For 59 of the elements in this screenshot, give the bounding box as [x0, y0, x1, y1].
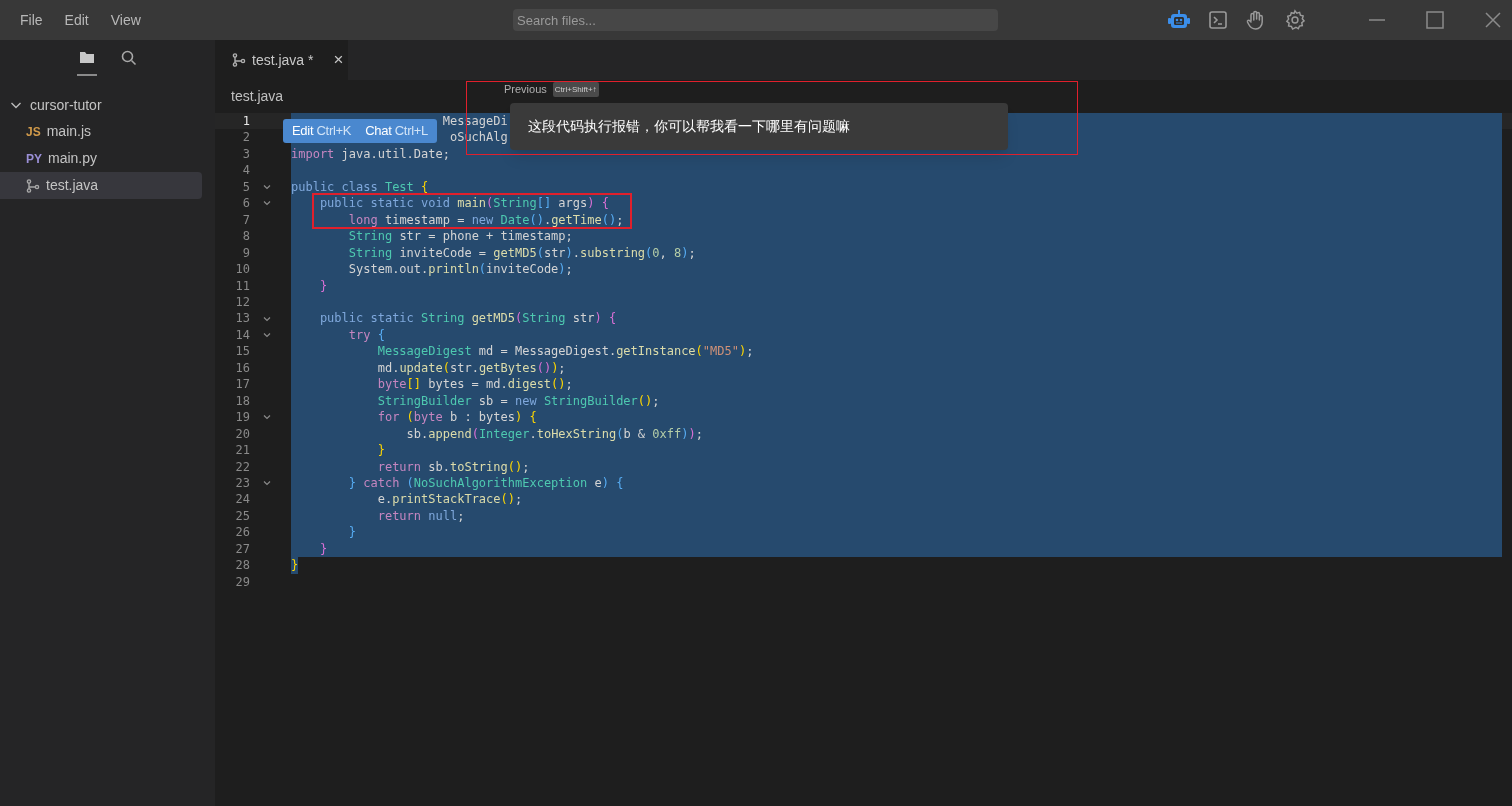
tree-folder[interactable]: cursor-tutor — [0, 92, 215, 118]
search-field[interactable]: Search files... — [513, 9, 998, 31]
line-number: 15 — [234, 343, 250, 360]
fold-chevron-icon[interactable] — [263, 414, 271, 421]
line-number: 22 — [234, 458, 250, 475]
file-type-label: PY — [26, 150, 42, 168]
branch-icon — [232, 53, 246, 67]
line-number: 29 — [234, 573, 250, 591]
tree-row[interactable]: PY main.py — [0, 145, 202, 172]
breadcrumb[interactable]: test.java — [231, 86, 284, 107]
line-number: 25 — [234, 507, 250, 525]
fold-chevron-icon[interactable] — [263, 184, 271, 191]
close-icon[interactable] — [1484, 11, 1502, 29]
settings-icon[interactable] — [1284, 9, 1306, 31]
line-number: 9 — [241, 244, 250, 262]
fold-chevron-icon[interactable] — [263, 315, 271, 322]
line-number: 28 — [234, 557, 250, 574]
terminal-icon[interactable] — [1208, 10, 1228, 30]
line-number: 20 — [234, 425, 250, 443]
fold-chevron-icon[interactable] — [263, 332, 271, 339]
line-number: 14 — [234, 326, 250, 344]
menu-item[interactable]: File — [20, 9, 43, 31]
line-number: 16 — [234, 359, 250, 377]
line-number: 27 — [234, 540, 250, 558]
editor-tab[interactable]: test.java * × — [215, 40, 348, 80]
prompt-field[interactable]: 这段代码执行报错，你可以帮我看一下哪里有问题嘛 — [510, 103, 1008, 150]
branch-icon — [26, 178, 40, 193]
line-number: 17 — [234, 376, 250, 393]
line-number: 26 — [234, 524, 250, 541]
line-number: 5 — [241, 178, 250, 196]
line-number: 6 — [241, 195, 250, 212]
maximize-icon[interactable] — [1426, 11, 1444, 29]
line-number: 4 — [241, 162, 250, 179]
file-type-label: JS — [26, 123, 41, 141]
line-number: 8 — [241, 228, 250, 245]
line-number: 2 — [241, 129, 250, 146]
tab-close-button[interactable]: × — [333, 47, 344, 73]
line-number: 19 — [234, 409, 250, 426]
line-number: 13 — [234, 310, 250, 327]
line-number: 3 — [241, 145, 250, 163]
line-number: 12 — [234, 294, 250, 311]
line-number: 11 — [234, 277, 250, 294]
line-number: 1 — [241, 113, 250, 130]
robot-icon[interactable] — [1167, 9, 1191, 31]
tree-row[interactable]: test.java — [0, 172, 202, 199]
line-number: 24 — [234, 491, 250, 508]
line-number: 10 — [234, 261, 250, 278]
folder-icon[interactable] — [78, 50, 95, 64]
tree-row[interactable]: JS main.js — [0, 118, 202, 145]
line-number: 21 — [234, 442, 250, 459]
menu-item[interactable]: View — [110, 9, 141, 31]
line-number: 23 — [234, 474, 250, 492]
menu-item[interactable]: Edit — [64, 9, 89, 31]
search-icon[interactable] — [120, 50, 137, 66]
line-number: 7 — [241, 211, 250, 229]
previous-label[interactable]: Previous — [504, 81, 547, 98]
fold-chevron-icon[interactable] — [263, 480, 271, 487]
fold-chevron-icon[interactable] — [263, 200, 271, 207]
line-number: 18 — [234, 392, 250, 410]
